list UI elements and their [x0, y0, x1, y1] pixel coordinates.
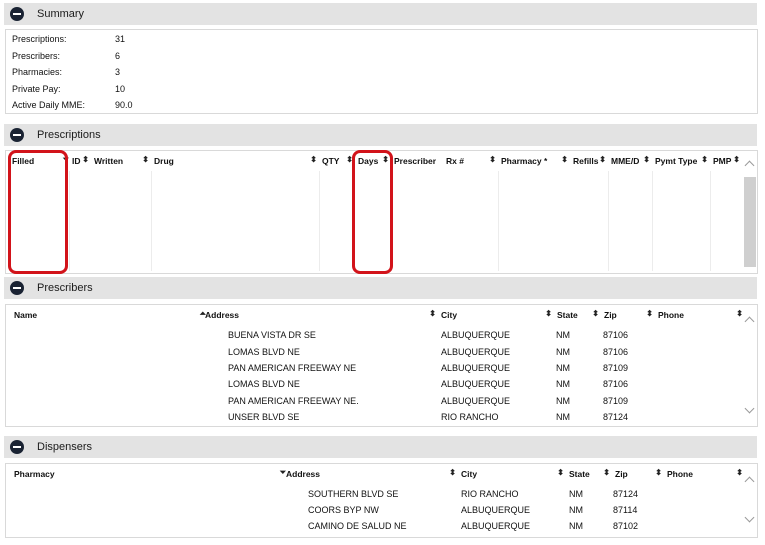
- sort-updown-icon[interactable]: ⬍: [82, 155, 89, 164]
- column-divider: [710, 171, 711, 271]
- prescriptions-title: Prescriptions: [37, 129, 101, 141]
- col-pharmacy[interactable]: Pharmacy ⏷: [11, 464, 288, 484]
- col-phone[interactable]: Phone ⬍: [664, 464, 745, 484]
- column-divider: [652, 171, 653, 271]
- scrollbar-thumb[interactable]: [744, 177, 756, 267]
- sort-updown-icon[interactable]: ⬍: [701, 155, 708, 164]
- sort-updown-icon[interactable]: ⬍: [429, 309, 436, 318]
- col-id[interactable]: ID ⬍: [69, 151, 91, 171]
- dispensers-scrollbar[interactable]: [743, 464, 757, 537]
- sort-updown-icon[interactable]: ⬍: [646, 309, 653, 318]
- summary-label: Private Pay:: [12, 84, 61, 94]
- column-divider: [151, 171, 152, 271]
- col-address[interactable]: Address ⬍: [202, 305, 438, 325]
- summary-value: 10: [115, 84, 126, 94]
- col-city[interactable]: City ⬍: [458, 464, 566, 484]
- sort-updown-icon[interactable]: ⬍: [489, 155, 496, 164]
- sort-updown-icon[interactable]: ⬍: [736, 468, 743, 477]
- col-drug[interactable]: Drug ⬍: [151, 151, 319, 171]
- chevron-up-icon[interactable]: [744, 316, 755, 327]
- column-divider: [608, 171, 609, 271]
- summary-label: Prescriptions:: [12, 34, 67, 44]
- sort-updown-icon[interactable]: ⬍: [733, 155, 740, 164]
- col-state[interactable]: State ⬍: [566, 464, 612, 484]
- summary-section-header[interactable]: Summary: [4, 3, 757, 25]
- col-rx[interactable]: Rx # ⬍: [443, 151, 498, 171]
- column-divider: [498, 171, 499, 271]
- prescribers-title: Prescribers: [37, 282, 93, 294]
- highlight-days-column: [352, 150, 393, 274]
- minus-circle-icon[interactable]: [10, 7, 24, 21]
- col-zip[interactable]: Zip ⬍: [601, 305, 655, 325]
- prescribers-table: Name ⏶ Address ⬍ City ⬍ State ⬍ Zip ⬍ Ph…: [5, 304, 758, 427]
- col-refills[interactable]: Refills ⬍: [570, 151, 608, 171]
- dispensers-section-header[interactable]: Dispensers: [4, 436, 757, 458]
- minus-circle-icon[interactable]: [10, 128, 24, 142]
- prescriptions-section-header[interactable]: Prescriptions: [4, 124, 757, 146]
- chevron-up-icon[interactable]: [744, 160, 755, 171]
- col-address[interactable]: Address ⬍: [283, 464, 458, 484]
- summary-label: Pharmacies:: [12, 67, 63, 77]
- sort-updown-icon[interactable]: ⬍: [310, 155, 317, 164]
- col-prescriber[interactable]: Prescriber: [391, 151, 443, 171]
- col-name[interactable]: Name ⏶: [11, 305, 208, 325]
- col-phone[interactable]: Phone ⬍: [655, 305, 745, 325]
- sort-updown-icon[interactable]: ⬍: [643, 155, 650, 164]
- col-pymt-type[interactable]: Pymt Type ⬍: [652, 151, 710, 171]
- sort-updown-icon[interactable]: ⬍: [545, 309, 552, 318]
- col-zip[interactable]: Zip ⬍: [612, 464, 664, 484]
- minus-circle-icon[interactable]: [10, 281, 24, 295]
- summary-panel: Prescriptions: 31 Prescribers: 6 Pharmac…: [5, 29, 758, 114]
- col-written[interactable]: Written ⬍: [91, 151, 151, 171]
- col-state[interactable]: State ⬍: [554, 305, 601, 325]
- summary-title: Summary: [37, 8, 85, 20]
- summary-value: 6: [115, 51, 121, 61]
- sort-updown-icon[interactable]: ⬍: [557, 468, 564, 477]
- summary-label: Active Daily MME:: [12, 100, 86, 110]
- chevron-down-icon[interactable]: [744, 403, 755, 414]
- chevron-down-icon[interactable]: [744, 512, 755, 523]
- prescriptions-scrollbar[interactable]: [743, 151, 757, 273]
- sort-updown-icon[interactable]: ⬍: [142, 155, 149, 164]
- sort-updown-icon[interactable]: ⬍: [736, 309, 743, 318]
- sort-updown-icon[interactable]: ⬍: [592, 309, 599, 318]
- col-pmp[interactable]: PMP ⬍: [710, 151, 742, 171]
- highlight-filled-column: [8, 150, 68, 274]
- col-pharmacy[interactable]: Pharmacy * ⬍: [498, 151, 570, 171]
- sort-updown-icon[interactable]: ⬍: [599, 155, 606, 164]
- summary-value: 31: [115, 34, 126, 44]
- summary-value: 3: [115, 67, 121, 77]
- sort-updown-icon[interactable]: ⬍: [603, 468, 610, 477]
- dispensers-table: Pharmacy ⏷ Address ⬍ City ⬍ State ⬍ Zip …: [5, 463, 758, 538]
- col-mmed[interactable]: MME/D ⬍: [608, 151, 652, 171]
- minus-circle-icon[interactable]: [10, 440, 24, 454]
- summary-label: Prescribers:: [12, 51, 61, 61]
- dispensers-title: Dispensers: [37, 441, 93, 453]
- prescribers-section-header[interactable]: Prescribers: [4, 277, 757, 299]
- column-divider: [69, 171, 70, 271]
- sort-updown-icon[interactable]: ⬍: [561, 155, 568, 164]
- col-city[interactable]: City ⬍: [438, 305, 554, 325]
- sort-updown-icon[interactable]: ⬍: [449, 468, 456, 477]
- column-divider: [319, 171, 320, 271]
- prescribers-scrollbar[interactable]: [743, 305, 757, 426]
- col-qty[interactable]: QTY ⬍: [319, 151, 355, 171]
- sort-updown-icon[interactable]: ⬍: [655, 468, 662, 477]
- chevron-up-icon[interactable]: [744, 476, 755, 487]
- summary-value: 90.0: [115, 100, 133, 110]
